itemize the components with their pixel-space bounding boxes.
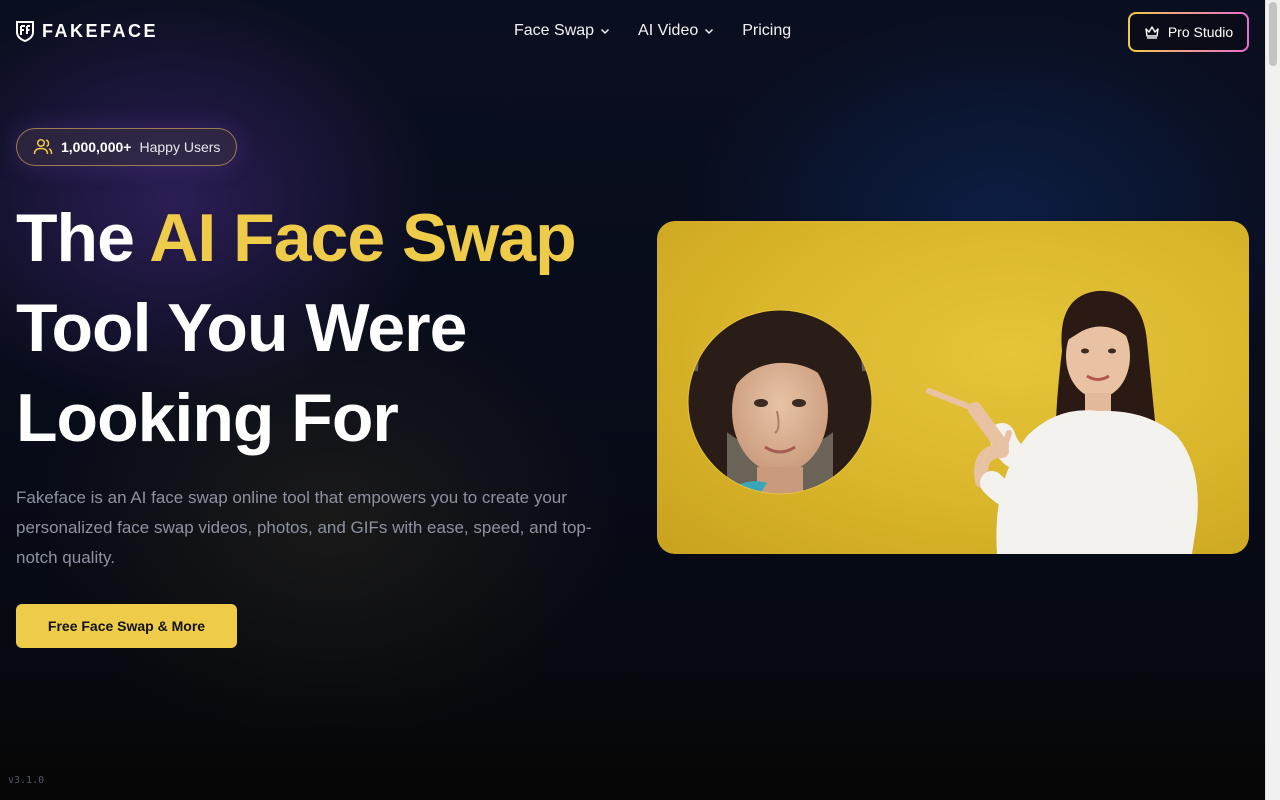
- hero-title-accent: AI Face Swap: [149, 200, 576, 276]
- pro-studio-label: Pro Studio: [1167, 24, 1234, 40]
- hero-description: Fakeface is an AI face swap online tool …: [16, 488, 592, 567]
- hero-title: The AI Face Swap Tool You Were Looking F…: [16, 193, 656, 463]
- fakeface-logo-icon: [16, 21, 34, 42]
- pointing-woman: [926, 290, 1198, 554]
- logo[interactable]: FAKEFACE: [16, 20, 158, 42]
- main-nav: Face Swap AI Video Pricing: [514, 22, 791, 40]
- users-count: 1,000,000+: [61, 139, 132, 155]
- free-face-swap-button[interactable]: Free Face Swap & More: [16, 604, 237, 648]
- chevron-down-icon: [601, 28, 610, 35]
- site-header: FAKEFACE Face Swap AI Video Pricing Pro …: [0, 0, 1266, 64]
- pro-studio-button[interactable]: Pro Studio: [1128, 12, 1249, 52]
- users-icon: [33, 138, 53, 155]
- happy-users-badge: 1,000,000+ Happy Users: [16, 128, 238, 166]
- nav-item-label: AI Video: [638, 22, 699, 39]
- hero-image: [657, 221, 1249, 554]
- nav-item-label: Pricing: [742, 22, 792, 39]
- next-section-band: [0, 725, 1280, 800]
- crown-icon: [1145, 26, 1159, 39]
- hero-title-part3: Looking For: [16, 380, 399, 456]
- nav-item-pricing[interactable]: Pricing: [742, 22, 791, 40]
- users-label: Happy Users: [139, 139, 221, 155]
- nav-item-label: Face Swap: [514, 22, 595, 39]
- scrollbar-thumb[interactable]: [1269, 2, 1277, 66]
- hero-title-part2: Tool You Were: [16, 290, 467, 366]
- face-swap-illustration: [687, 290, 1198, 554]
- chevron-down-icon: [705, 28, 714, 35]
- nav-item-ai-video[interactable]: AI Video: [638, 22, 714, 40]
- hero-title-part1: The: [16, 200, 150, 276]
- version-label: v3.1.0: [8, 775, 45, 786]
- portrait-circle: [688, 310, 872, 494]
- nav-item-face-swap[interactable]: Face Swap: [514, 22, 610, 40]
- scrollbar[interactable]: [1265, 0, 1280, 800]
- logo-text: FAKEFACE: [42, 20, 159, 41]
